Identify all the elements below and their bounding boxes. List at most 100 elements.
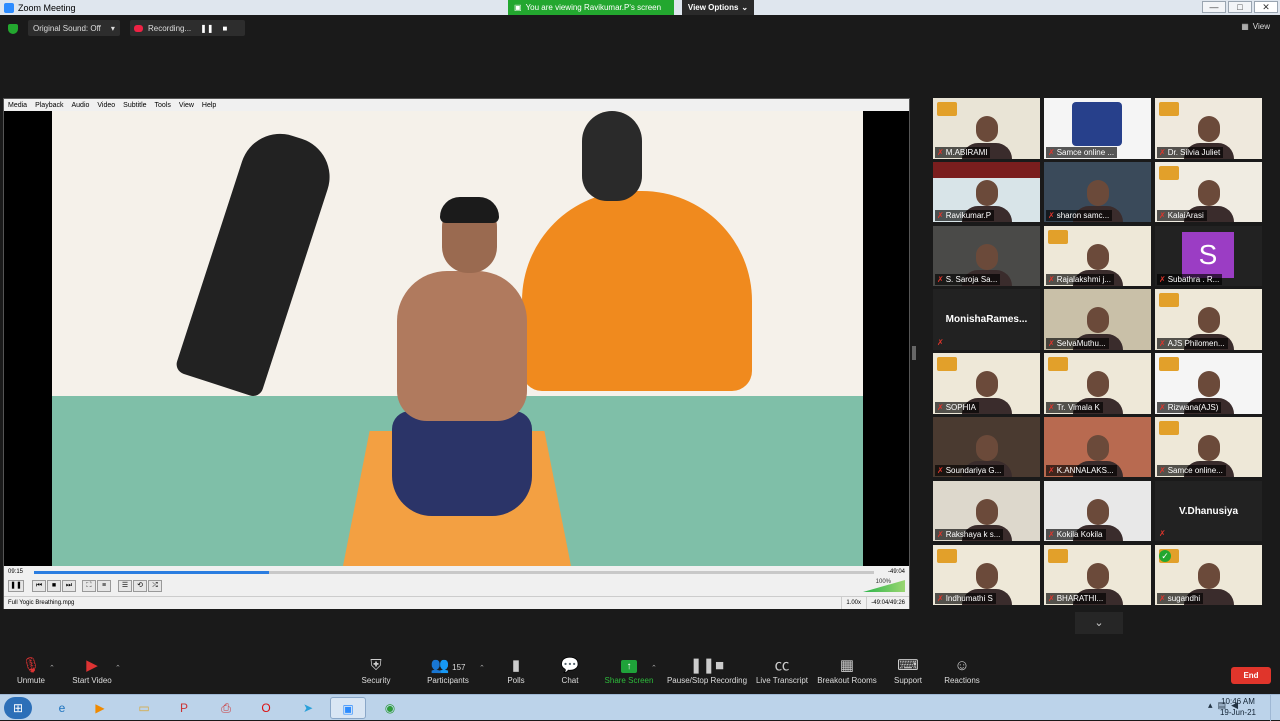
participant-tile[interactable]: ✗ Rakshaya k s...	[933, 480, 1040, 542]
show-desktop-button[interactable]	[1270, 695, 1280, 721]
event-logo-icon	[937, 548, 957, 563]
windows-start-button[interactable]: ⊞	[4, 697, 32, 719]
participant-tile[interactable]: V.Dhanusiya ✗	[1155, 480, 1262, 542]
stop-recording-button[interactable]: ■	[223, 24, 228, 33]
participant-tile[interactable]: ✗ AJS Philomen...	[1155, 289, 1262, 350]
participant-name: Dr. Silvia Juliet	[1167, 147, 1221, 157]
vlc-menu-audio[interactable]: Audio	[71, 102, 89, 109]
stop-icon[interactable]: ■	[47, 580, 61, 592]
fullscreen-icon[interactable]: ⛶	[82, 580, 96, 592]
participant-tile[interactable]: ✗ Rizwana(AJS)	[1155, 353, 1262, 414]
vlc-menu-media[interactable]: Media	[8, 102, 27, 109]
participant-tile[interactable]: ✗ Rajalakshmi j...	[1044, 225, 1151, 287]
security-shield-icon[interactable]	[8, 24, 18, 34]
audio-options-caret[interactable]: ⌃	[49, 664, 55, 672]
shuffle-icon[interactable]: ⤮	[148, 580, 162, 592]
event-logo-icon	[937, 102, 957, 116]
breakout-rooms-button[interactable]: ▦ Breakout Rooms	[817, 656, 877, 694]
security-button[interactable]: ⛨ Security	[358, 656, 394, 694]
reactions-button[interactable]: ☺ Reactions	[942, 656, 982, 694]
participant-tile[interactable]: ✗ Ravikumar.P	[933, 161, 1040, 223]
participant-tile[interactable]: ✗ Dr. Silvia Juliet	[1155, 98, 1262, 159]
vlc-menu-video[interactable]: Video	[97, 102, 115, 109]
vlc-seek-bar[interactable]	[34, 571, 874, 574]
breakout-rooms-label: Breakout Rooms	[817, 676, 877, 685]
next-icon[interactable]: ⏭	[62, 580, 76, 592]
vlc-menu-view[interactable]: View	[179, 102, 194, 109]
loop-icon[interactable]: ⟲	[133, 580, 147, 592]
tray-arrow-icon[interactable]: ▴	[1208, 700, 1213, 711]
video-frame	[52, 111, 863, 566]
minimize-button[interactable]: —	[1202, 1, 1226, 13]
start-video-button[interactable]: ▶ Start Video	[70, 656, 114, 694]
video-options-caret[interactable]: ⌃	[115, 664, 121, 672]
participant-tile[interactable]: ✗ Tr. Vimala K	[1044, 353, 1151, 414]
unmute-button[interactable]: 🎙 Unmute	[14, 656, 48, 694]
checkmark-icon: ✓	[1159, 549, 1171, 562]
share-screen-button[interactable]: ↑ Share Screen	[604, 656, 654, 694]
close-button[interactable]: ✕	[1254, 1, 1278, 13]
internet-explorer-icon[interactable]: e	[44, 697, 80, 719]
chrome-icon[interactable]: ◉	[372, 697, 408, 719]
share-options-caret[interactable]: ⌃	[651, 664, 657, 672]
gallery-view-button[interactable]: ▦ View	[1241, 22, 1270, 31]
vlc-menu-help[interactable]: Help	[202, 102, 216, 109]
opera-browser-icon[interactable]: O	[248, 697, 284, 719]
participant-tile[interactable]: S ✗ Subathra . R...	[1155, 225, 1262, 287]
participant-tile[interactable]: ✗ M.ABIRAMI	[933, 98, 1040, 159]
participant-tile[interactable]: ✗ Kokila Kokila	[1044, 480, 1151, 542]
participant-name-label: ✗ SelvaMuthu...	[1046, 337, 1109, 349]
live-transcript-button[interactable]: ㏄ Live Transcript	[754, 656, 810, 694]
participant-tile[interactable]: ✗ SelvaMuthu...	[1044, 289, 1151, 350]
chat-button[interactable]: 💬 Chat	[556, 656, 584, 694]
powerpoint-icon[interactable]: P	[166, 697, 202, 719]
gallery-next-page-button[interactable]: ⌄	[1075, 612, 1123, 634]
participants-options-caret[interactable]: ⌃	[479, 664, 485, 672]
polls-button[interactable]: ▮ Polls	[502, 656, 530, 694]
panel-splitter-handle[interactable]	[912, 346, 916, 360]
participant-tile[interactable]: ✗ Indhumathi S	[933, 544, 1040, 606]
play-pause-button[interactable]: ❚❚	[8, 580, 24, 592]
participant-tile[interactable]: ✗ Samce online ...	[1044, 98, 1151, 159]
participants-button[interactable]: 👥 157 Participants	[424, 656, 472, 694]
participant-name-label: ✗ Ravikumar.P	[935, 210, 995, 222]
participant-tile[interactable]: ✗ SOPHIA	[933, 353, 1040, 414]
taskbar-clock[interactable]: 10:46 AM 19-Jun-21	[1220, 696, 1256, 718]
previous-icon[interactable]: ⏮	[32, 580, 46, 592]
zoom-taskbar-icon[interactable]: ▣	[330, 697, 366, 719]
end-meeting-button[interactable]: End	[1231, 667, 1271, 684]
pdf-reader-icon[interactable]: ⎙	[208, 697, 244, 719]
smiley-plus-icon: ☺	[954, 657, 970, 674]
vlc-playback-speed[interactable]: 1.00x	[841, 597, 861, 609]
participant-tile[interactable]: ✓ ✗ sugandhi	[1155, 544, 1262, 606]
participant-tile[interactable]: ✗ KalaiArasi	[1155, 161, 1262, 223]
participant-face	[1197, 434, 1220, 461]
participant-name: Rajalakshmi j...	[1056, 275, 1111, 285]
participant-tile[interactable]: ✗ Samce online...	[1155, 416, 1262, 478]
participant-count: 157	[452, 663, 466, 672]
participant-tile[interactable]: ✗ S. Saroja Sa...	[933, 225, 1040, 287]
vlc-menu-subtitle[interactable]: Subtitle	[123, 102, 146, 109]
original-sound-dropdown[interactable]: Original Sound: Off ▾	[28, 20, 120, 36]
chevron-down-icon: ▾	[110, 23, 115, 33]
vlc-menu-playback[interactable]: Playback	[35, 102, 63, 109]
support-button[interactable]: ⌨ Support	[891, 656, 925, 694]
vlc-menu-tools[interactable]: Tools	[155, 102, 171, 109]
participant-tile[interactable]: ✗ K.ANNALAKS...	[1044, 416, 1151, 478]
participant-tile[interactable]: ✗ BHARATHI...	[1044, 544, 1151, 606]
view-options-button[interactable]: View Options ⌄	[682, 0, 754, 15]
participant-face	[1086, 307, 1109, 334]
pause-stop-recording-button[interactable]: ❚❚■ Pause/Stop Recording	[666, 656, 748, 694]
participant-face	[975, 434, 998, 461]
file-explorer-icon[interactable]: ▭	[126, 697, 162, 719]
playlist-icon[interactable]: ☰	[118, 580, 132, 592]
extended-settings-icon[interactable]: ≡	[97, 580, 111, 592]
participant-tile[interactable]: ✗ Soundariya G...	[933, 416, 1040, 478]
muted-mic-icon: ✗	[937, 147, 944, 157]
participant-tile[interactable]: ✗ sharon samc...	[1044, 161, 1151, 223]
maximize-button[interactable]: □	[1228, 1, 1252, 13]
pause-recording-button[interactable]: ❚❚	[200, 24, 213, 33]
vlc-taskbar-icon[interactable]: ▶	[82, 697, 118, 719]
participant-tile[interactable]: MonishaRames... ✗	[933, 289, 1040, 350]
telegram-icon[interactable]: ➤	[290, 697, 326, 719]
